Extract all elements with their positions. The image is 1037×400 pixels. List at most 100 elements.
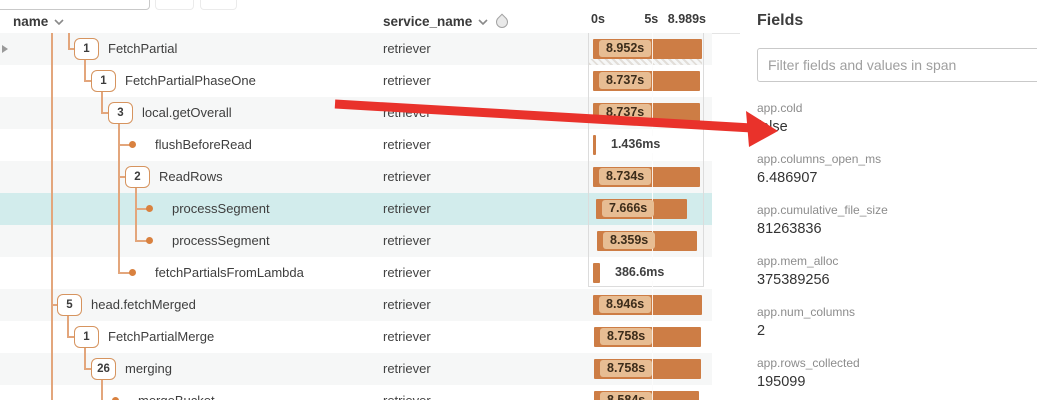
span-service-name: retriever (383, 65, 431, 97)
toolbar-button-2[interactable] (200, 0, 237, 10)
field-key: app.num_columns (757, 300, 1037, 319)
duration-label: 8.359s (603, 232, 655, 249)
tree-connector (68, 33, 70, 49)
leaf-span-dot-icon (129, 141, 136, 148)
duration-label: 8.737s (599, 104, 651, 121)
chevron-down-icon[interactable] (478, 19, 488, 25)
span-count-badge[interactable]: 2 (125, 166, 150, 188)
timeline-box-right (703, 33, 704, 287)
duration-label: 8.734s (599, 168, 651, 185)
field-item[interactable]: app.coldfalse (757, 96, 1037, 147)
duration-label: 8.584s (600, 392, 652, 400)
span-name-label[interactable]: fetchPartialsFromLambda (155, 257, 304, 289)
droplet-icon[interactable] (494, 13, 511, 30)
axis-tick-start: 0s (591, 12, 605, 26)
span-count-badge[interactable]: 5 (57, 294, 82, 316)
field-value: 2 (757, 319, 1037, 339)
span-name-label[interactable]: head.fetchMerged (91, 289, 196, 321)
duration-bar[interactable] (593, 263, 600, 283)
span-service-name: retriever (383, 33, 431, 65)
tree-connector-root (51, 33, 53, 400)
tree-connector (101, 91, 103, 113)
fields-panel-title: Fields (757, 12, 803, 30)
fields-list: app.coldfalseapp.columns_open_ms6.486907… (757, 96, 1037, 400)
span-name-label[interactable]: flushBeforeRead (155, 129, 252, 161)
field-value: 195099 (757, 370, 1037, 390)
leaf-span-dot-icon (129, 269, 136, 276)
axis-tick-end: 8.989s (668, 12, 706, 26)
duration-label: 386.6ms (608, 264, 671, 281)
span-name-label[interactable]: merging (125, 353, 172, 385)
duration-label: 1.436ms (604, 136, 667, 153)
duration-bar[interactable] (593, 135, 596, 155)
tree-connector (67, 315, 69, 337)
tree-connector (84, 80, 91, 82)
fields-panel: Fields app.coldfalseapp.columns_open_ms6… (741, 0, 1037, 400)
collapsed-spans-hatch (589, 59, 702, 65)
span-count-badge[interactable]: 1 (74, 38, 99, 60)
duration-label: 8.737s (599, 72, 651, 89)
span-row[interactable] (0, 257, 712, 289)
field-item[interactable]: app.mem_alloc375389256 (757, 249, 1037, 300)
column-header-service-name[interactable]: service_name (383, 10, 508, 33)
duration-label: 8.952s (599, 40, 651, 57)
span-service-name: retriever (383, 353, 431, 385)
service-name-column-label: service_name (383, 14, 472, 29)
duration-label: 8.946s (599, 296, 651, 313)
span-name-label[interactable]: FetchPartialMerge (108, 321, 214, 353)
span-service-name: retriever (383, 257, 431, 289)
tree-connector (101, 379, 103, 400)
span-name-label[interactable]: processSegment (172, 193, 270, 225)
span-count-badge[interactable]: 1 (74, 326, 99, 348)
span-name-label[interactable]: FetchPartial (108, 33, 177, 65)
span-service-name: retriever (383, 385, 431, 400)
span-name-label[interactable]: local.getOverall (142, 97, 232, 129)
field-value: 81263836 (757, 217, 1037, 237)
field-value: false (757, 115, 1037, 135)
field-key: app.columns_open_ms (757, 147, 1037, 166)
span-count-badge[interactable]: 3 (108, 102, 133, 124)
collapse-triangle-icon[interactable] (2, 45, 8, 53)
span-count-badge[interactable]: 1 (91, 70, 116, 92)
tree-connector (84, 347, 86, 369)
duration-label: 7.666s (602, 200, 654, 217)
duration-label: 8.758s (600, 360, 652, 377)
field-item[interactable]: app.columns_open_ms6.486907 (757, 147, 1037, 198)
leaf-span-dot-icon (146, 205, 153, 212)
span-name-label[interactable]: processSegment (172, 225, 270, 257)
tree-connector (84, 59, 86, 81)
axis-tick-mid: 5s (644, 12, 658, 26)
span-service-name: retriever (383, 289, 431, 321)
field-item[interactable]: app.rows_collected195099 (757, 351, 1037, 400)
chevron-down-icon[interactable] (54, 19, 64, 25)
toolbar-button-1[interactable] (155, 0, 194, 10)
span-service-name: retriever (383, 129, 431, 161)
span-service-name: retriever (383, 161, 431, 193)
span-name-label[interactable]: FetchPartialPhaseOne (125, 65, 256, 97)
field-key: app.cold (757, 96, 1037, 115)
duration-label: 8.758s (600, 328, 652, 345)
query-input[interactable] (0, 0, 150, 10)
field-item[interactable]: app.num_columns2 (757, 300, 1037, 351)
field-item[interactable]: app.cumulative_file_size81263836 (757, 198, 1037, 249)
fields-filter-input[interactable] (757, 48, 1037, 82)
tree-connector (67, 336, 74, 338)
span-service-name: retriever (383, 193, 431, 225)
span-count-badge[interactable]: 26 (91, 358, 116, 380)
column-header-name[interactable]: name (13, 10, 64, 33)
span-service-name: retriever (383, 225, 431, 257)
tree-connector (135, 187, 137, 241)
name-column-label: name (13, 14, 48, 29)
field-value: 375389256 (757, 268, 1037, 288)
leaf-span-dot-icon (146, 237, 153, 244)
field-key: app.cumulative_file_size (757, 198, 1037, 217)
tree-connector (118, 123, 120, 273)
timeline-box-bottom (588, 286, 704, 287)
field-value: 6.486907 (757, 166, 1037, 186)
span-name-label[interactable]: ReadRows (159, 161, 223, 193)
span-name-label[interactable]: mergeBucket (138, 385, 215, 400)
trace-waterfall-view: name service_name 0s 5s 8.989s 1 FetchPar… (0, 0, 1037, 400)
tree-connector (84, 368, 91, 370)
span-service-name: retriever (383, 97, 431, 129)
field-key: app.rows_collected (757, 351, 1037, 370)
